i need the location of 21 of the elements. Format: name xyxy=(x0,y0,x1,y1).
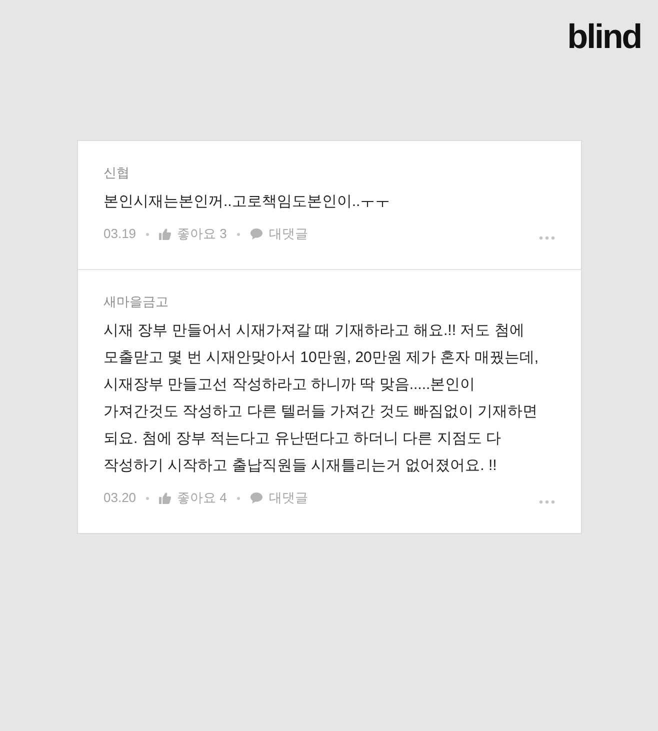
separator-dot-icon xyxy=(236,232,240,236)
comment-date: 03.19 xyxy=(104,225,136,243)
reply-button[interactable]: 대댓글 xyxy=(250,488,308,508)
comment-date: 03.20 xyxy=(104,489,136,507)
more-icon[interactable] xyxy=(538,500,554,504)
like-button[interactable]: 좋아요 4 xyxy=(159,488,227,508)
author-name: 새마을금고 xyxy=(104,293,170,311)
logo: blind xyxy=(567,20,641,54)
author-name: 신협 xyxy=(104,164,130,182)
reply-button[interactable]: 대댓글 xyxy=(250,224,308,244)
speech-bubble-icon xyxy=(250,228,263,240)
comment-text: 본인시재는본인꺼..고로책임도본인이..ㅜㅜ xyxy=(104,192,392,212)
separator-dot-icon xyxy=(146,496,150,500)
thumbs-up-icon xyxy=(159,492,172,504)
separator-dot-icon xyxy=(236,496,240,500)
speech-bubble-icon xyxy=(250,492,263,504)
comment-text: 시재 장부 만들어서 시재가져갈 때 기재하라고 해요.!! 저도 첨에 모출맏고 몇 번 시재안맞아서 10만원, 20만원 제가 혼자 매꿨는데, 시재장부 만들고선 작성하라고 하니까 딱 맞음.....본인이 가져간것도 작성하고 다른 텔러들 가져간 것도 빠짐없이 기재하면 되요. 첨에 장부 적는다고 유난떤다고 하더니 다른 지점도 다 작성하기 시작하고 출납직원들 시재틀리는거 없어졌어요. !! xyxy=(104,321,540,476)
thumbs-up-icon xyxy=(159,228,172,240)
more-icon[interactable] xyxy=(538,236,554,240)
separator-dot-icon xyxy=(146,232,150,236)
like-button[interactable]: 좋아요 3 xyxy=(159,224,227,244)
